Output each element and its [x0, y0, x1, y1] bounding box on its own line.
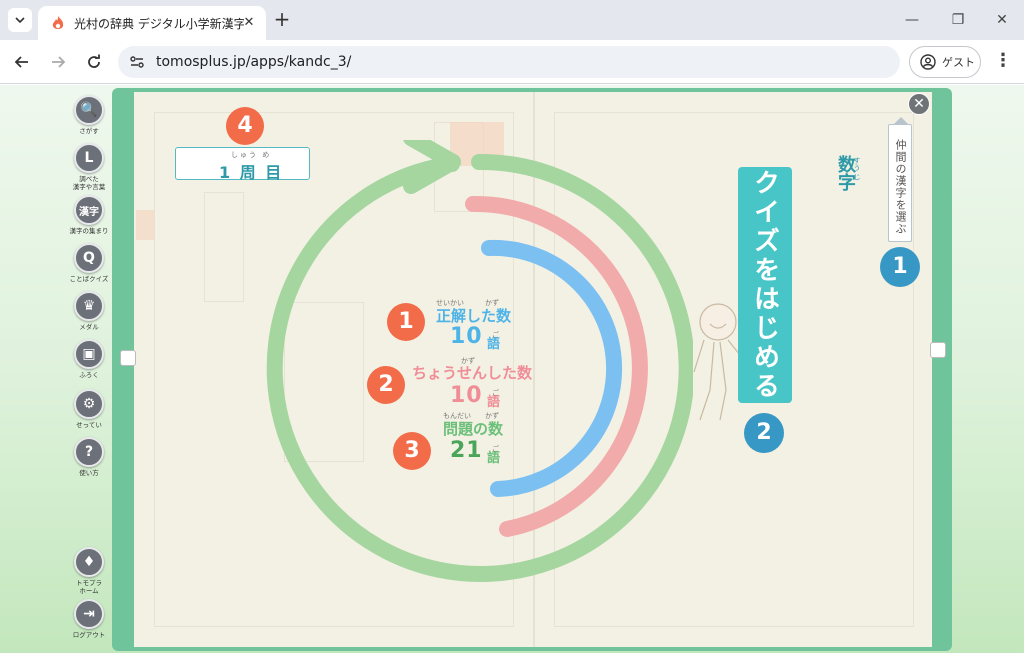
- medal-icon: ♛: [74, 291, 104, 321]
- account-icon: [920, 54, 936, 70]
- reload-button[interactable]: [82, 50, 106, 74]
- round-badge: 4: [226, 107, 264, 145]
- stat-label-total: 問題の数: [443, 420, 504, 438]
- stat-label-attempted: ちょうせんした数: [412, 364, 533, 382]
- start-badge: 2: [744, 413, 784, 453]
- profile-button[interactable]: ゲスト: [909, 46, 981, 78]
- select-group-button[interactable]: 仲間の漢字を選ぶ: [888, 117, 912, 242]
- browser-tab-bar: 光村の辞典 デジタル小学新漢字辞典 ✕ + — ❐ ✕: [0, 0, 1024, 40]
- start-quiz-label: クイズをはじめる: [749, 169, 780, 401]
- restore-button[interactable]: ❐: [946, 10, 970, 30]
- tab-close-icon[interactable]: ✕: [242, 16, 256, 30]
- browser-menu-icon[interactable]: ⋮: [994, 52, 1012, 72]
- help-icon: ?: [74, 437, 104, 467]
- sidebar-item[interactable]: ⇥ ログアウト: [64, 599, 114, 639]
- browser-tab[interactable]: 光村の辞典 デジタル小学新漢字辞典 ✕: [38, 6, 266, 40]
- stat-value-total: 21: [450, 438, 483, 463]
- arrow-left-icon: [14, 56, 28, 68]
- category-ruby: すう じ: [853, 157, 861, 181]
- sidebar-item-label: トモプラ ホーム: [76, 579, 102, 595]
- sidebar-item[interactable]: ? 使い方: [64, 437, 114, 477]
- history-icon: L: [74, 143, 104, 173]
- sidebar-item[interactable]: ♛ メダル: [64, 291, 114, 331]
- sidebar-item-label: ログアウト: [72, 631, 106, 639]
- sidebar-item[interactable]: 漢字 漢字の集まり: [64, 195, 114, 235]
- stat-badge-3: 3: [393, 432, 431, 470]
- select-group-label: 仲間の漢字を選ぶ: [894, 139, 907, 235]
- sidebar-item-label: メダル: [79, 323, 99, 331]
- back-button[interactable]: [10, 50, 34, 74]
- stat-badge-1: 1: [387, 303, 425, 341]
- stat-badge-2: 2: [367, 366, 405, 404]
- flame-favicon-icon: [50, 15, 66, 31]
- stat-value-attempted: 10: [450, 383, 483, 408]
- stat-value-correct: 10: [450, 324, 483, 349]
- sidebar-item-label: ふろく: [79, 371, 99, 379]
- stat-unit: 語: [487, 395, 501, 410]
- gift-icon: ▣: [74, 339, 104, 369]
- window-close-button[interactable]: ✕: [990, 10, 1014, 30]
- sidebar-item-label: ことばクイズ: [69, 275, 109, 283]
- stat-unit: 語: [487, 451, 501, 466]
- site-settings-icon[interactable]: [130, 55, 144, 69]
- home-icon: ♦: [74, 547, 104, 577]
- page-ghost-box: [204, 192, 244, 302]
- sidebar-item[interactable]: ⚙ せってい: [64, 389, 114, 429]
- sidebar-item[interactable]: 🔍 さがす: [64, 95, 114, 135]
- stat-unit: 語: [487, 337, 501, 352]
- sidebar-item[interactable]: ▣ ふろく: [64, 339, 114, 379]
- url-text: tomosplus.jp/apps/kandc_3/: [156, 54, 352, 70]
- stat-label-correct: 正解した数: [436, 307, 512, 325]
- start-quiz-button[interactable]: クイズをはじめる: [738, 167, 792, 403]
- round-indicator: しゅう め 1 周 目: [175, 147, 310, 182]
- sidebar-item-label: せってい: [76, 421, 102, 429]
- quiz-icon: Q: [74, 243, 104, 273]
- forward-button[interactable]: [46, 50, 70, 74]
- tab-title: 光村の辞典 デジタル小学新漢字辞典: [74, 16, 244, 31]
- round-label: 1 周 目: [219, 163, 284, 182]
- profile-label: ゲスト: [942, 56, 975, 69]
- sidebar-item[interactable]: Q ことばクイズ: [64, 243, 114, 283]
- reload-icon: [88, 54, 100, 68]
- arrow-right-icon: [52, 56, 66, 68]
- search-icon: 🔍: [74, 95, 104, 125]
- logout-icon: ⇥: [74, 599, 104, 629]
- sidebar-item[interactable]: L 調べた 漢字や言葉: [64, 143, 114, 191]
- sidebar-item-label: さがす: [79, 127, 99, 135]
- kanji-icon: 漢字: [74, 195, 104, 225]
- sidebar-item-label: 使い方: [79, 469, 99, 477]
- chevron-down-icon: [15, 17, 25, 24]
- address-bar[interactable]: tomosplus.jp/apps/kandc_3/: [118, 46, 900, 78]
- app-sidebar: 🔍 さがす L 調べた 漢字や言葉漢字漢字の集まり Q ことばクイズ ♛ メダル ▣ ふろく ⚙ せっ…: [64, 85, 114, 653]
- close-icon[interactable]: ✕: [908, 93, 930, 115]
- prev-page-handle[interactable]: [120, 350, 136, 366]
- sidebar-item-label: 漢字の集まり: [69, 227, 109, 235]
- new-tab-button[interactable]: +: [272, 9, 292, 30]
- settings-icon: ⚙: [74, 389, 104, 419]
- minimize-button[interactable]: —: [900, 10, 924, 30]
- browser-toolbar: tomosplus.jp/apps/kandc_3/ ゲスト ⋮: [0, 40, 1024, 84]
- group-badge: 1: [880, 247, 920, 287]
- page-ghost-index-tab: [136, 210, 154, 240]
- sidebar-item[interactable]: ♦ トモプラ ホーム: [64, 547, 114, 595]
- sidebar-item-label: 調べた 漢字や言葉: [72, 175, 106, 191]
- tab-search-button[interactable]: [8, 8, 32, 32]
- next-page-handle[interactable]: [930, 342, 946, 358]
